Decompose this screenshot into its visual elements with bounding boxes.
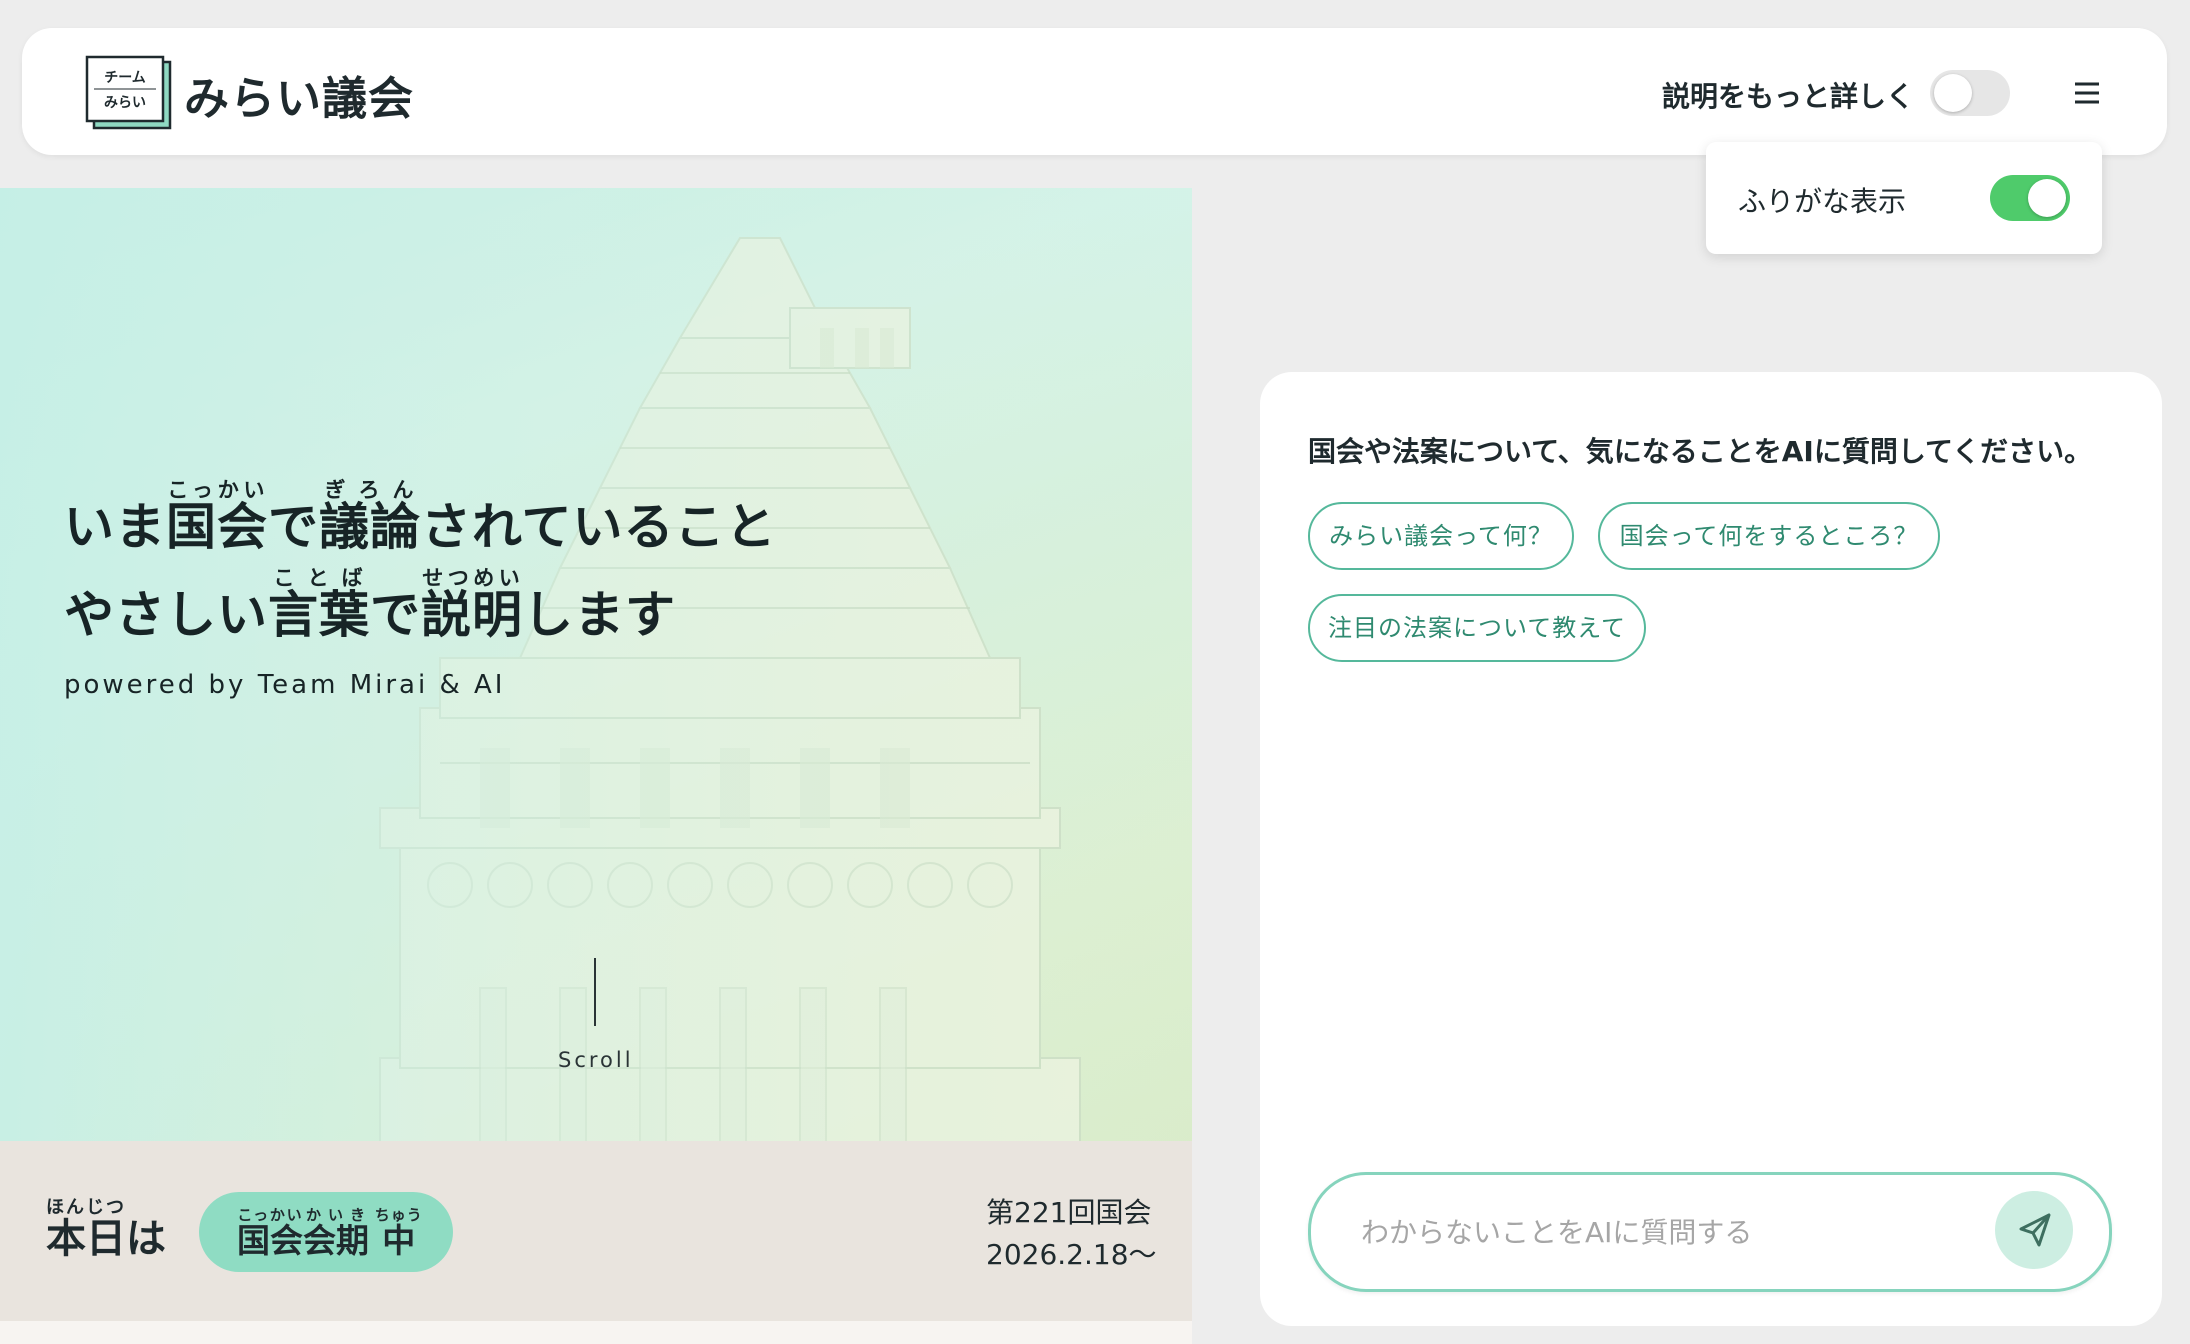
powered-by-text: powered by Team Mirai & AI (64, 670, 506, 700)
headline-ruby-word: 言葉ことば (268, 566, 370, 644)
send-button[interactable] (1995, 1191, 2073, 1269)
furigana-menu: ふりがな表示 (1706, 142, 2102, 254)
scroll-label[interactable]: Scroll (558, 1048, 634, 1072)
headline-ruby-word: 議論ぎろん (319, 478, 421, 556)
headline-ruby-word: 説明せつめい (421, 566, 523, 644)
today-label: 本日ほんじつは (46, 1197, 166, 1264)
session-status-bar: 本日ほんじつは 国会こっかい会期かいき 中ちゅう 第221回国会 2026.2.… (0, 1141, 1192, 1321)
furigana-toggle[interactable] (1990, 175, 2070, 221)
session-status-badge: 国会こっかい会期かいき 中ちゅう (199, 1192, 453, 1272)
top-header: チーム みらい みらい議会 説明をもっと詳しく (22, 28, 2167, 155)
hero-headline-line-2: やさしい言葉ことばで説明せつめいします (64, 566, 676, 647)
team-mirai-logo[interactable]: チーム みらい (84, 54, 174, 132)
diet-session-number: 第221回国会 (986, 1196, 1152, 1229)
hero-section: いま国会こっかいで議論ぎろんされていること やさしい言葉ことばで説明せつめいしま… (0, 188, 1192, 1141)
furigana-label: ふりがな表示 (1738, 185, 1907, 218)
today-ruby-word: 本日ほんじつ (46, 1197, 126, 1262)
headline-text: します (523, 586, 676, 644)
furigana-reading: せつめい (421, 566, 523, 590)
toggle-knob (1934, 74, 1972, 112)
suggestion-chip[interactable]: 国会って何をするところ？ (1598, 502, 1940, 570)
headline-ruby-word: 国会こっかい (166, 478, 268, 556)
detail-toggle-label: 説明をもっと詳しく (1662, 80, 1915, 113)
ai-chat-panel: 国会や法案について、気になることをAIに質問してください。 みらい議会って何？ … (1260, 372, 2162, 1326)
suggestion-chip[interactable]: 注目の法案について教えて (1308, 594, 1646, 662)
furigana-reading: こっかい (166, 478, 268, 502)
headline-text: されていること (421, 498, 777, 556)
logo-line-1: チーム (104, 70, 146, 86)
chat-input-box (1308, 1172, 2112, 1292)
furigana-reading: かいき (303, 1206, 369, 1224)
paper-plane-icon (2019, 1213, 2051, 1247)
site-title[interactable]: みらい議会 (184, 62, 414, 127)
headline-text: で (268, 498, 319, 556)
logo-line-2: みらい (104, 95, 146, 111)
hero-headline-line-1: いま国会こっかいで議論ぎろんされていること (64, 478, 777, 559)
headline-text: で (370, 586, 421, 644)
session-status-text: 国会こっかい会期かいき 中ちゅう (237, 1206, 423, 1262)
status-ruby-word: 中ちゅう (374, 1206, 423, 1260)
scroll-indicator-line (594, 958, 596, 1026)
next-section-edge (0, 1321, 1192, 1344)
today-text: は (126, 1216, 166, 1262)
toggle-knob (2028, 179, 2066, 217)
furigana-reading: こっかい (237, 1206, 303, 1224)
status-ruby-word: 会期かいき (303, 1206, 369, 1260)
status-ruby-word: 国会こっかい (237, 1206, 303, 1260)
suggestion-chip[interactable]: みらい議会って何？ (1308, 502, 1574, 570)
diet-session-date: 2026.2.18〜 (986, 1238, 1157, 1271)
furigana-reading: ちゅう (374, 1206, 423, 1224)
headline-text: いま (64, 498, 166, 556)
hamburger-icon[interactable] (2062, 68, 2112, 118)
furigana-reading: ほんじつ (46, 1197, 126, 1218)
diet-building-illustration (0, 188, 1192, 1141)
chat-prompt: 国会や法案について、気になることをAIに質問してください。 (1308, 435, 2093, 468)
detail-toggle[interactable] (1930, 70, 2010, 116)
furigana-reading: ぎろん (319, 478, 421, 502)
furigana-reading: ことば (268, 566, 370, 590)
headline-text: やさしい (64, 586, 268, 644)
chat-input[interactable] (1359, 1211, 2003, 1253)
